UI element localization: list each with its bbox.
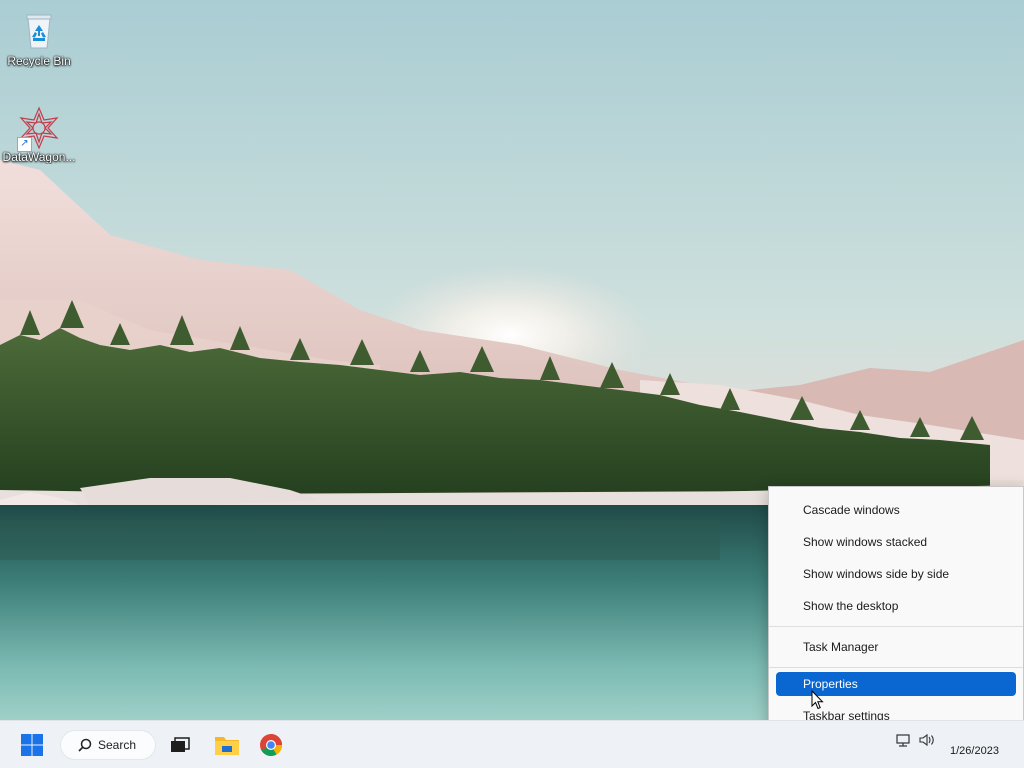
menu-separator xyxy=(769,667,1023,668)
search-icon xyxy=(78,738,92,752)
desktop-icon-datawagon[interactable]: ↗ DataWagon... xyxy=(1,106,77,164)
menu-separator xyxy=(769,626,1023,627)
datawagon-label: DataWagon... xyxy=(2,150,76,164)
start-icon xyxy=(21,734,43,756)
file-explorer-icon xyxy=(215,737,239,755)
chrome-button[interactable] xyxy=(255,729,287,761)
mouse-pointer-icon xyxy=(811,690,824,710)
volume-icon[interactable] xyxy=(919,733,937,752)
taskbar-search-box[interactable]: Search xyxy=(60,730,156,760)
menu-item-cascade-windows[interactable]: Cascade windows xyxy=(776,494,1016,526)
network-icon[interactable] xyxy=(896,733,910,752)
task-view-button[interactable] xyxy=(164,729,196,761)
start-button[interactable] xyxy=(16,729,48,761)
taskbar-clock-date[interactable]: 1/26/2023 xyxy=(950,745,999,757)
search-label: Search xyxy=(98,738,137,752)
menu-item-show-the-desktop[interactable]: Show the desktop xyxy=(776,590,1016,622)
menu-item-task-manager[interactable]: Task Manager xyxy=(776,631,1016,663)
menu-item-show-windows-side-by-side[interactable]: Show windows side by side xyxy=(776,558,1016,590)
chrome-icon xyxy=(260,734,282,756)
recycle-bin-icon xyxy=(19,10,59,50)
menu-item-show-windows-stacked[interactable]: Show windows stacked xyxy=(776,526,1016,558)
desktop-icon-recycle-bin[interactable]: Recycle Bin xyxy=(1,10,77,68)
taskbar[interactable]: Search xyxy=(0,720,1024,768)
file-explorer-button[interactable] xyxy=(211,729,243,761)
task-view-icon xyxy=(171,737,190,752)
datawagon-shortcut-icon: ↗ xyxy=(17,106,59,152)
shortcut-arrow-icon: ↗ xyxy=(17,137,32,152)
taskbar-context-menu: Cascade windows Show windows stacked Sho… xyxy=(768,486,1024,744)
recycle-bin-label: Recycle Bin xyxy=(7,54,71,68)
